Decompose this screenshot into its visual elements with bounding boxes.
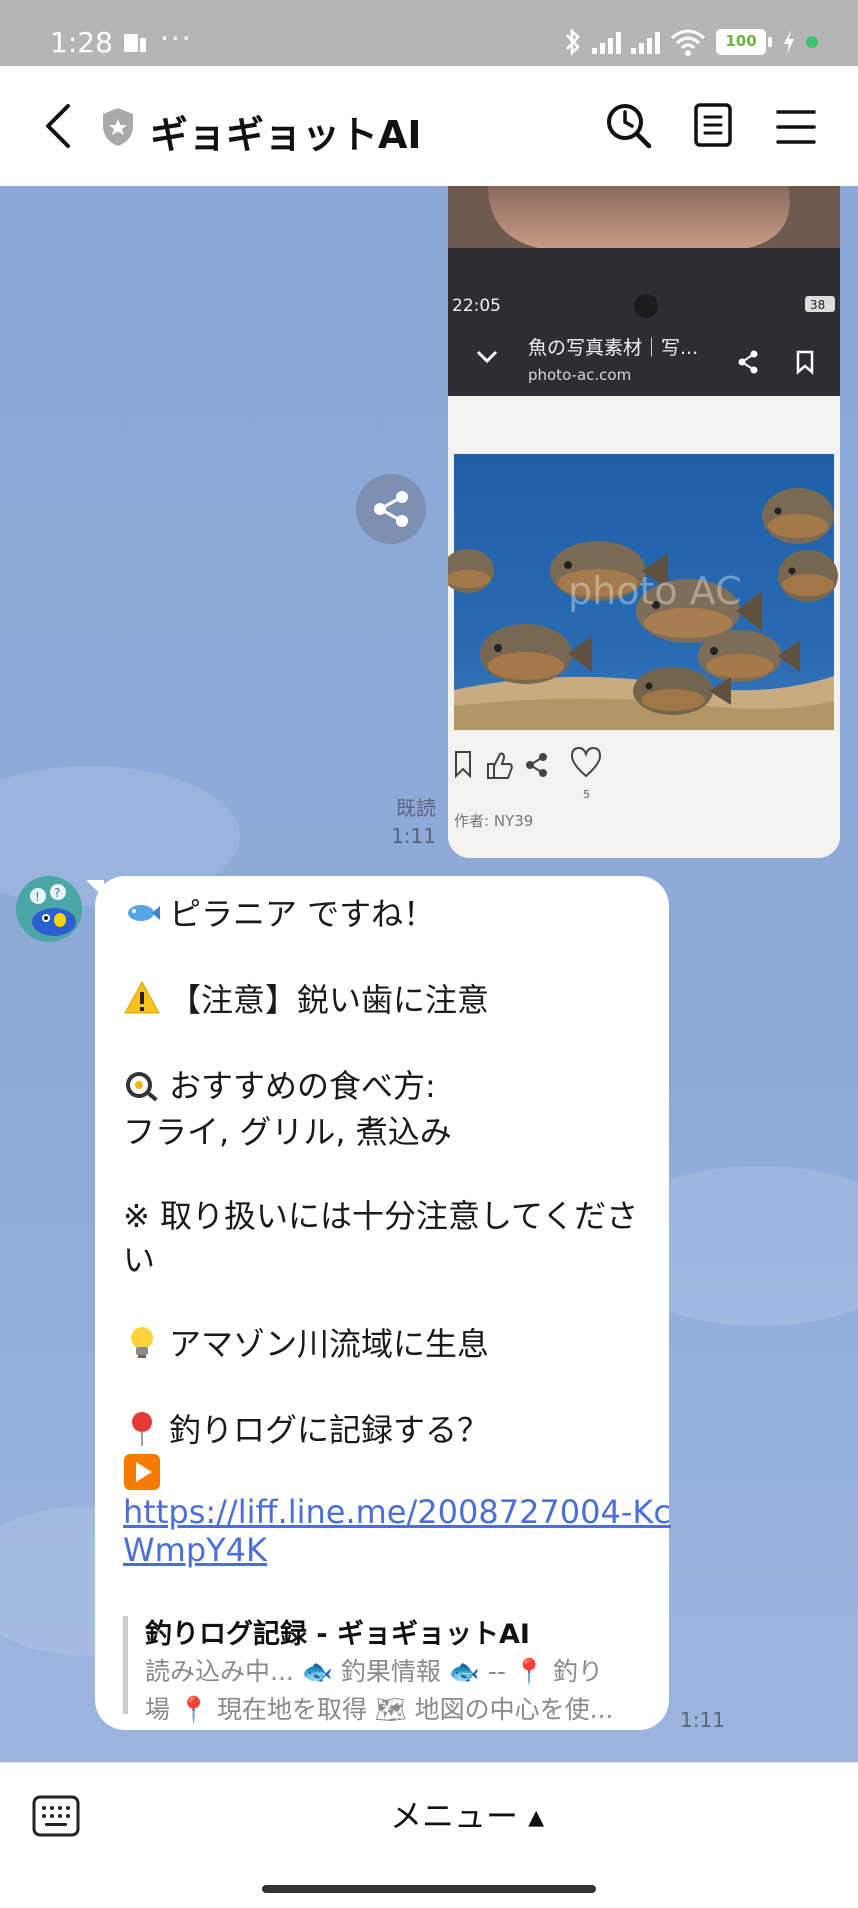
sim-icon [124,34,146,52]
bot-line-log: 釣りログに記録する？ [123,1408,489,1452]
pin-icon [132,1412,152,1446]
bluetooth-icon [566,27,580,57]
bottom-bar: メニュー ▴ [0,1762,858,1908]
link-preview-description[interactable]: 読み込み中... 🐟 釣果情報 🐟 -- 📍 釣り [145,1652,603,1688]
bot-message-bubble[interactable]: ピラニア ですね！ 【注意】鋭い歯に注意 おすすめの食べ方: フライ, グリル,… [95,876,671,1730]
link-preview-title[interactable]: 釣りログ記録 - ギョギョットAI [145,1612,530,1651]
status-icons: 100 [564,22,818,62]
play-icon [124,1454,160,1490]
bot-text-cooking-methods: フライ, グリル, 煮込み [123,1113,452,1151]
light-bulb-icon [131,1327,153,1358]
bot-text-caution-1: ※ 取り扱いには十分注意してくださ [123,1197,639,1235]
share-button[interactable] [356,474,426,544]
svg-text:!: ! [35,890,40,904]
signal-icon-1 [592,30,621,54]
phone-page-url: photo-ac.com [528,366,631,384]
bot-text-caution-2: い [123,1241,156,1279]
status-time: 1:28 [50,26,113,59]
bot-avatar[interactable]: ! ? [16,876,82,942]
share-icon [374,491,408,527]
like-count: 5 [583,788,590,801]
chat-title: ギョギョットAI [150,113,422,157]
svg-text:?: ? [54,886,60,900]
shield-icon [103,108,133,146]
received-time: 1:11 [680,1708,725,1732]
wifi-icon [671,29,705,56]
phone-battery-text: 38 [810,298,825,312]
charging-dot [806,36,818,48]
sent-photo-message[interactable]: 22:05 38 魚の写真素材｜写... photo-ac.com photo … [448,186,840,858]
status-bar: 1:28 ··· 100 [0,0,858,66]
bot-line-fish: ピラニア ですね！ [123,892,435,936]
charging-icon [784,30,794,54]
bot-text-warning: 【注意】鋭い歯に注意 [169,981,490,1019]
bot-text-log-question: 釣りログに記録する？ [169,1411,490,1449]
photo-author: 作者: NY39 [454,812,533,830]
back-button[interactable] [36,100,84,152]
bot-line-habitat: アマゾン川流域に生息 [123,1322,489,1366]
hamburger-menu-button[interactable] [774,102,818,152]
bot-text-cooking-label: おすすめの食べ方: [169,1067,436,1105]
signal-icon-2 [631,30,660,54]
bot-avatar-image: ! ? [16,876,82,942]
warning-icon [124,980,160,1014]
link-preview-bar [123,1616,128,1714]
bot-text-habitat: アマゾン川流域に生息 [169,1325,490,1363]
notes-button[interactable] [692,100,736,152]
sent-time: 1:11 [391,824,436,848]
bot-link-line-2[interactable]: WmpY4K [123,1528,267,1572]
phone-time-text: 22:05 [452,296,501,316]
chat-header: ギョギョットAI [0,66,858,186]
log-link[interactable]: https://liff.line.me/2008727004-Kc [123,1493,671,1531]
keyboard-button[interactable] [32,1795,80,1837]
fish-screenshot-photo: 22:05 38 魚の写真素材｜写... photo-ac.com photo … [448,186,840,858]
read-receipt: 既読 [396,796,436,820]
home-indicator[interactable] [262,1885,596,1893]
rich-menu-toggle[interactable]: メニュー ▴ [390,1791,544,1837]
link-preview-description-continued[interactable]: 場 📍 現在地を取得 🗺 地図の中心を使... [145,1690,614,1726]
phone-page-title: 魚の写真素材｜写... [528,337,698,359]
log-link-continued[interactable]: WmpY4K [123,1531,267,1569]
photo-watermark: photo AC [568,569,742,613]
battery-icon: 100 [716,29,766,55]
bot-text-species: ピラニア ですね！ [169,895,436,933]
bot-line-cooking: おすすめの食べ方: [123,1064,436,1108]
status-more-dots: ··· [160,22,193,55]
battery-tip [768,37,772,47]
fish-icon [128,905,160,921]
search-button[interactable] [604,100,654,152]
frying-pan-icon [126,1072,158,1102]
chat-area[interactable]: 22:05 38 魚の写真素材｜写... photo-ac.com photo … [0,186,858,1762]
bot-line-warning: 【注意】鋭い歯に注意 [123,978,489,1022]
battery-level: 100 [725,32,757,50]
